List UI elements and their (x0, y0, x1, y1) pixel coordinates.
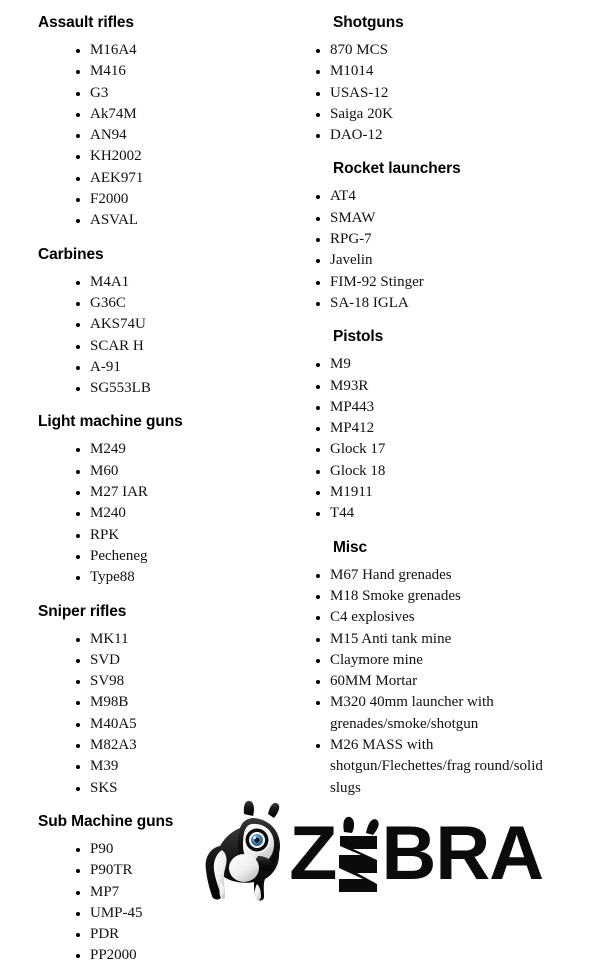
list-item: C4 explosives (316, 607, 572, 628)
list-item: Glock 17 (316, 439, 572, 460)
list-item: KH2002 (76, 146, 286, 167)
list-item: Saiga 20K (316, 104, 572, 125)
list-item: M18 Smoke grenades (316, 586, 572, 607)
list-item: M26 MASS with shotgun/Flechettes/frag ro… (316, 735, 572, 799)
wordmark-bra: BRA (381, 811, 544, 896)
list-item: G36C (76, 293, 286, 314)
list-item: SKS (76, 778, 286, 799)
list-item: AT4 (316, 186, 572, 207)
list-item: M40A5 (76, 714, 286, 735)
list-item: M9 (316, 354, 572, 375)
list-item: M39 (76, 756, 286, 777)
list-item: Glock 18 (316, 461, 572, 482)
list-item: SG553LB (76, 378, 286, 399)
zebra-mascot-icon (205, 800, 280, 901)
weapon-list: MK11 SVD SV98 M98B M40A5 M82A3 M39 SKS (76, 629, 286, 799)
section-carbines: Carbines M4A1 G36C AKS74U SCAR H A-91 SG… (0, 232, 300, 400)
zebra-logo: Z BRA (200, 798, 544, 910)
list-item: M16A4 (76, 40, 286, 61)
list-item: Pecheneg (76, 546, 286, 567)
list-item: USAS-12 (316, 83, 572, 104)
section-heading: Assault rifles (38, 14, 134, 31)
list-item: M15 Anti tank mine (316, 629, 572, 650)
list-item: M1911 (316, 482, 572, 503)
list-item: M1014 (316, 61, 572, 82)
list-item: Ak74M (76, 104, 286, 125)
right-column: Shotguns 870 MCS M1014 USAS-12 Saiga 20K… (300, 0, 600, 799)
section-heading: Light machine guns (38, 413, 183, 431)
list-item: M82A3 (76, 735, 286, 756)
list-item: DAO-12 (316, 125, 572, 146)
list-item: AEK971 (76, 168, 286, 189)
list-item: M249 (76, 439, 286, 460)
section-pistols: Pistols M9 M93R MP443 MP412 Glock 17 Glo… (300, 314, 600, 524)
section-heading: Misc (333, 538, 368, 556)
section-rocket-launchers: Rocket launchers AT4 SMAW RPG-7 Javelin … (300, 146, 600, 314)
list-item: RPG-7 (316, 229, 572, 250)
list-item: SMAW (316, 208, 572, 229)
list-item: Javelin (316, 250, 572, 271)
list-item: SVD (76, 650, 286, 671)
weapon-list: M16A4 M416 G3 Ak74M AN94 KH2002 AEK971 F… (76, 40, 286, 232)
section-heading: Sniper rifles (38, 602, 127, 620)
list-item: A-91 (76, 357, 286, 378)
list-item: AKS74U (76, 314, 286, 335)
list-item: MP443 (316, 397, 572, 418)
list-item: M416 (76, 61, 286, 82)
zebra-wordmark: Z BRA (289, 811, 544, 896)
section-misc: Misc M67 Hand grenades M18 Smoke grenade… (300, 525, 600, 799)
list-item: Type88 (76, 567, 286, 588)
list-item: M93R (316, 376, 572, 397)
weapon-list: M4A1 G36C AKS74U SCAR H A-91 SG553LB (76, 272, 286, 400)
section-heading: Shotguns (333, 14, 404, 31)
list-item: AN94 (76, 125, 286, 146)
list-item: T44 (316, 503, 572, 524)
list-item: 60MM Mortar (316, 671, 572, 692)
weapons-list-page: Assault rifles M16A4 M416 G3 Ak74M AN94 … (0, 0, 600, 967)
list-item: PDR (76, 924, 286, 945)
list-item: MP412 (316, 418, 572, 439)
weapon-list: M9 M93R MP443 MP412 Glock 17 Glock 18 M1… (316, 354, 572, 524)
list-item: SA-18 IGLA (316, 293, 572, 314)
section-shotguns: Shotguns 870 MCS M1014 USAS-12 Saiga 20K… (300, 0, 600, 146)
list-item: RPK (76, 525, 286, 546)
list-item: M240 (76, 503, 286, 524)
weapon-list: AT4 SMAW RPG-7 Javelin FIM-92 Stinger SA… (316, 186, 572, 314)
weapon-list: 870 MCS M1014 USAS-12 Saiga 20K DAO-12 (316, 40, 572, 146)
section-sniper-rifles: Sniper rifles MK11 SVD SV98 M98B M40A5 M… (0, 589, 300, 799)
list-item: F2000 (76, 189, 286, 210)
zebra-e-glyph-icon (335, 816, 381, 892)
list-item: M98B (76, 692, 286, 713)
weapon-list: M249 M60 M27 IAR M240 RPK Pecheneg Type8… (76, 439, 286, 588)
list-item: M60 (76, 461, 286, 482)
list-item: SCAR H (76, 336, 286, 357)
section-heading: Carbines (38, 245, 104, 263)
section-heading: Pistols (333, 328, 384, 346)
list-item: M67 Hand grenades (316, 565, 572, 586)
list-item: 870 MCS (316, 40, 572, 61)
list-item: M27 IAR (76, 482, 286, 503)
list-item: M320 40mm launcher with grenades/smoke/s… (316, 692, 572, 735)
weapon-list: M67 Hand grenades M18 Smoke grenades C4 … (316, 565, 572, 799)
section-light-machine-guns: Light machine guns M249 M60 M27 IAR M240… (0, 399, 300, 588)
section-heading: Rocket launchers (333, 160, 461, 178)
list-item: Claymore mine (316, 650, 572, 671)
list-item: MK11 (76, 629, 286, 650)
list-item: G3 (76, 83, 286, 104)
list-item: M4A1 (76, 272, 286, 293)
wordmark-z: Z (289, 811, 337, 896)
list-item: PP2000 (76, 945, 286, 966)
list-item: FIM-92 Stinger (316, 272, 572, 293)
list-item: SV98 (76, 671, 286, 692)
list-item: ASVAL (76, 210, 286, 231)
section-assault-rifles: Assault rifles M16A4 M416 G3 Ak74M AN94 … (0, 0, 300, 232)
